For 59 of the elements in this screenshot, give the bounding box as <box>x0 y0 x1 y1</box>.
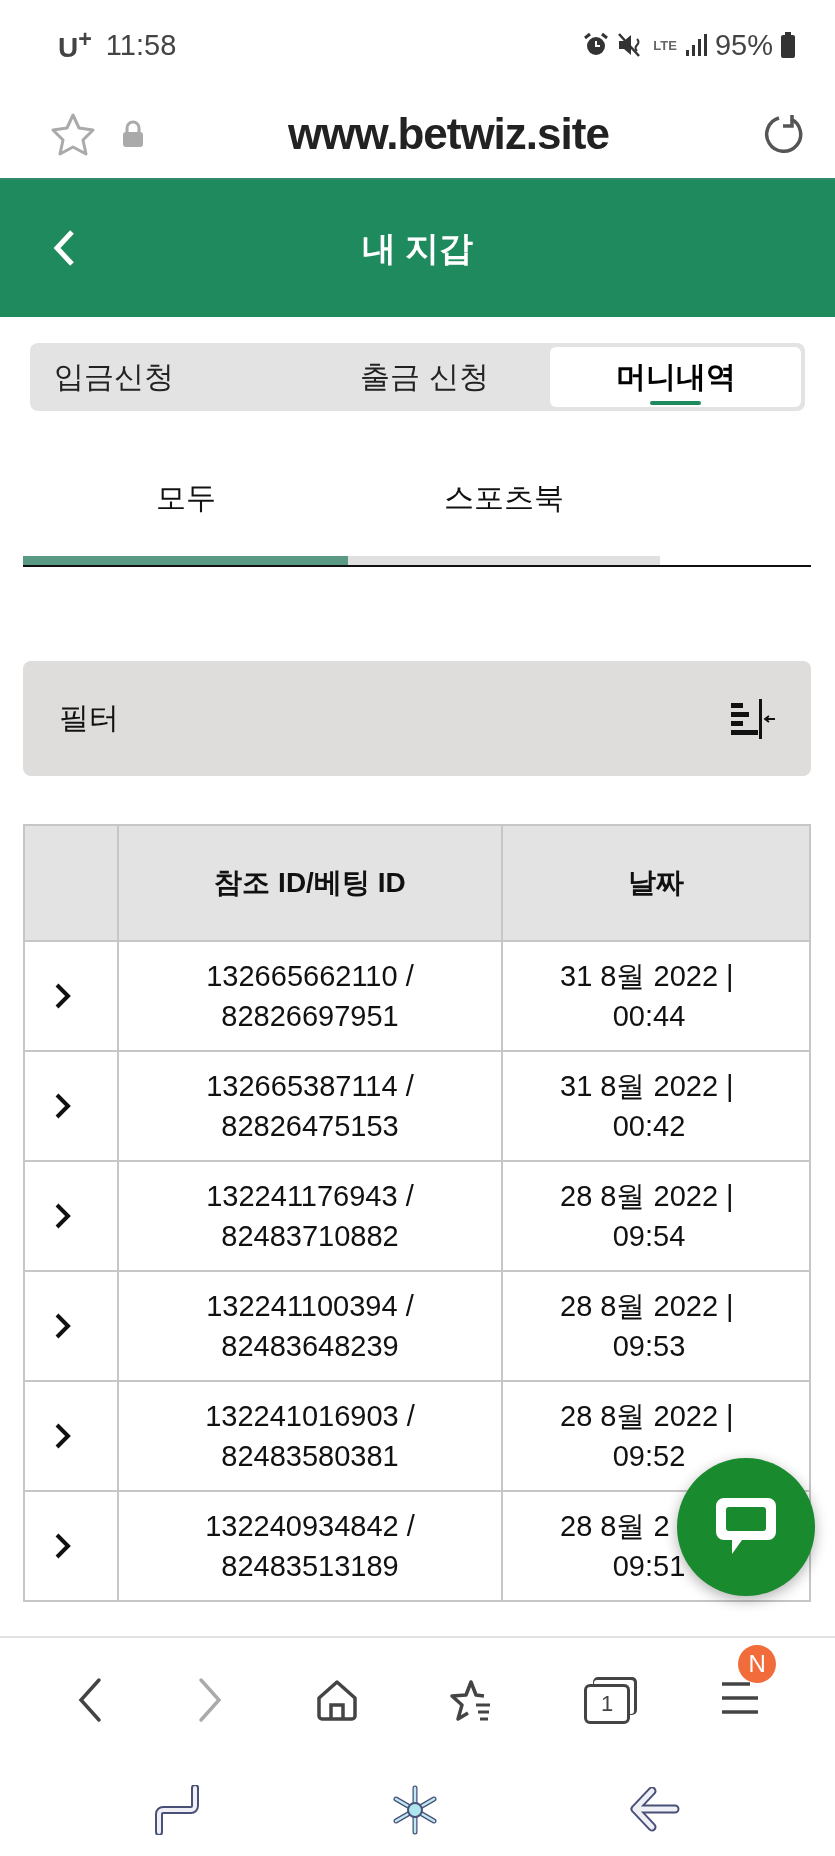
notification-badge: N <box>738 1645 777 1683</box>
alarm-icon <box>583 32 610 58</box>
column-header: 날짜 <box>502 825 810 941</box>
time-text: 00:42 <box>611 1109 687 1144</box>
tab[interactable]: 머니내역 <box>550 347 801 407</box>
bet-id: 82483710882 <box>220 1219 400 1254</box>
reference-id: 132241100394 / <box>205 1289 415 1324</box>
column-header: 참조 ID/베팅 ID <box>118 825 502 941</box>
date-text: 28 8월 2022 | <box>560 1179 734 1214</box>
recent-apps-icon[interactable] <box>154 1785 201 1835</box>
filter-label: 필터 <box>59 700 119 736</box>
page-title: 내 지갑 <box>361 227 474 269</box>
expand-chevron-icon[interactable] <box>54 1532 72 1560</box>
battery-icon <box>781 32 795 58</box>
clock-time: 11:58 <box>105 28 177 62</box>
time-text: 09:52 <box>611 1439 687 1474</box>
date-text: 31 8월 2022 | <box>560 959 734 994</box>
filter-bar[interactable]: 필터 <box>23 661 811 776</box>
lock-icon <box>122 120 144 148</box>
bookmark-star-icon[interactable] <box>50 112 96 156</box>
carrier-label: U$^{+}$ <box>58 25 92 65</box>
bet-id: 82483580381 <box>220 1439 400 1474</box>
expand-chevron-icon[interactable] <box>54 1312 72 1340</box>
time-text: 00:44 <box>611 999 687 1034</box>
reference-id: 132665387114 / <box>205 1069 415 1104</box>
date-text: 28 8월 2022 | <box>560 1399 734 1434</box>
time-text: 09:54 <box>611 1219 687 1254</box>
network-label: LTE <box>653 37 677 53</box>
back-arrow-icon[interactable] <box>630 1787 681 1833</box>
bet-id: 82483648239 <box>220 1329 400 1364</box>
category-tab[interactable]: 스포츠북 <box>348 451 660 565</box>
bet-id: 82483513189 <box>220 1549 400 1584</box>
signal-icon <box>684 33 707 57</box>
back-icon[interactable] <box>52 228 76 268</box>
date-text: 28 8월 2 <box>560 1509 670 1544</box>
date-text: 28 8월 2022 | <box>560 1289 734 1324</box>
reference-id: 132240934842 / <box>204 1509 416 1544</box>
category-tab[interactable]: 모두 <box>23 451 348 565</box>
url-text[interactable]: www.betwiz.site <box>174 109 723 159</box>
tab[interactable]: 출금 신청 <box>299 347 550 407</box>
expand-chevron-icon[interactable] <box>54 1202 72 1230</box>
battery-percent: 95% <box>714 28 773 62</box>
time-text: 09:51 <box>611 1549 687 1584</box>
reload-icon[interactable] <box>763 113 805 155</box>
tab-count: 1 <box>601 1691 614 1717</box>
date-text: 31 8월 2022 | <box>560 1069 734 1104</box>
menu-icon[interactable] <box>720 1681 761 1715</box>
home-icon[interactable] <box>314 1678 359 1722</box>
time-text: 09:53 <box>611 1329 687 1364</box>
expand-chevron-icon[interactable] <box>54 1092 72 1120</box>
expand-chevron-icon[interactable] <box>54 1422 72 1450</box>
bet-id: 82826697951 <box>220 999 400 1034</box>
bet-id: 82826475153 <box>220 1109 400 1144</box>
reference-id: 132241176943 / <box>205 1179 415 1214</box>
expand-chevron-icon[interactable] <box>54 982 72 1010</box>
reference-id: 132665662110 / <box>205 959 415 994</box>
filter-collapse-icon[interactable] <box>731 698 775 739</box>
reference-id: 132241016903 / <box>204 1399 416 1434</box>
tab[interactable]: 입금신청 <box>34 347 299 407</box>
